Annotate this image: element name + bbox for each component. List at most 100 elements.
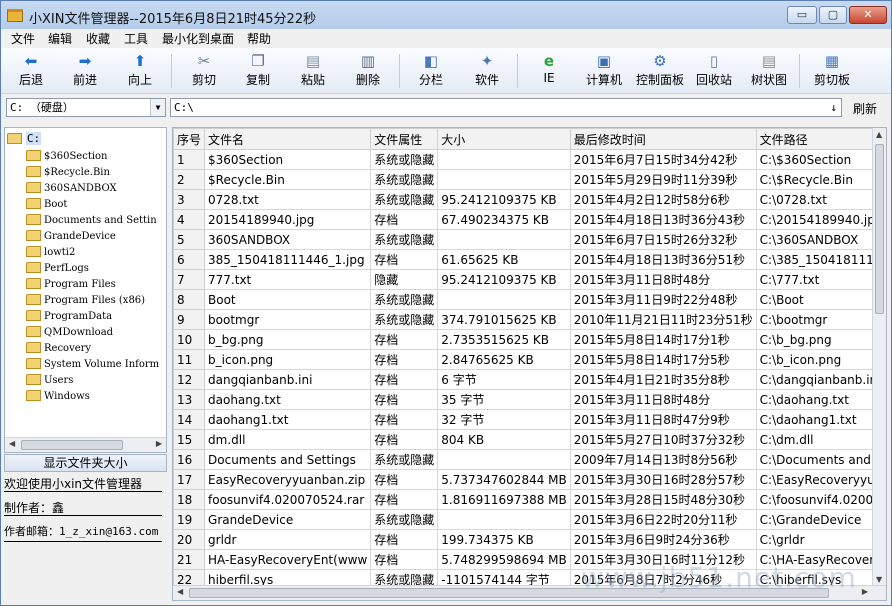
table-horizontal-scrollbar[interactable]: ◀ ▶ bbox=[173, 585, 886, 600]
menu-help[interactable]: 帮助 bbox=[247, 30, 271, 47]
table-row[interactable]: 12 dangqianbanb.ini 存档 6 字节 2015年4月1日21时35分8… bbox=[173, 369, 886, 390]
back-button[interactable]: ⬅ 后退 bbox=[6, 51, 56, 91]
tree-item[interactable]: Windows bbox=[26, 388, 90, 403]
tree-item-label: Program Files (x86) bbox=[44, 295, 146, 306]
table-vertical-scrollbar[interactable]: ▲ ▼ bbox=[872, 128, 886, 586]
split-view-button[interactable]: ◧ 分栏 bbox=[406, 51, 456, 91]
cell-modified: 2015年3月6日9时24分36秒 bbox=[569, 529, 757, 550]
refresh-button[interactable]: 刷新 bbox=[853, 100, 877, 117]
table-row[interactable]: 3 0728.txt 系统或隐藏 95.2412109375 KB 2015年4月2日1… bbox=[173, 189, 886, 210]
column-header-name[interactable]: 文件名 bbox=[204, 128, 372, 150]
forward-button[interactable]: ➡ 前进 bbox=[60, 51, 110, 91]
tree-item[interactable]: Boot bbox=[26, 196, 67, 211]
table-row[interactable]: 20 grldr 存档 199.734375 KB 2015年3月6日9时24分36秒 C… bbox=[173, 529, 886, 550]
column-header-attribute[interactable]: 文件属性 bbox=[370, 128, 439, 150]
table-row[interactable]: 19 GrandeDevice 系统或隐藏 2015年3月6日22时20分11秒 C:\… bbox=[173, 509, 886, 530]
scroll-right-icon[interactable]: ▶ bbox=[862, 587, 868, 596]
menu-edit[interactable]: 编辑 bbox=[48, 30, 72, 47]
cell-index: 5 bbox=[173, 229, 206, 250]
tree-item[interactable]: QMDownload bbox=[26, 324, 113, 339]
table-row[interactable]: 9 bootmgr 系统或隐藏 374.791015625 KB 2010年11月21日… bbox=[173, 309, 886, 330]
tree-horizontal-scrollbar[interactable]: ◀ ▶ bbox=[5, 437, 166, 452]
tree-item[interactable]: $Recycle.Bin bbox=[26, 164, 110, 179]
scroll-up-icon[interactable]: ▲ bbox=[876, 130, 882, 139]
cell-modified: 2015年4月1日21时35分8秒 bbox=[569, 369, 757, 390]
tree-item[interactable]: Documents and Settin bbox=[26, 212, 157, 227]
scrollbar-thumb[interactable] bbox=[189, 588, 829, 598]
table-row[interactable]: 2 $Recycle.Bin 系统或隐藏 2015年5月29日9时11分39秒 C:\$… bbox=[173, 169, 886, 190]
table-row[interactable]: 18 foosunvif4.020070524.rar 存档 1.8169116973… bbox=[173, 489, 886, 510]
tree-item[interactable]: PerfLogs bbox=[26, 260, 89, 275]
path-input-value: C:\ bbox=[174, 101, 194, 114]
close-button[interactable]: ✕ bbox=[849, 6, 887, 24]
table-row[interactable]: 14 daohang1.txt 存档 32 字节 2015年3月11日8时47分9秒 C:… bbox=[173, 409, 886, 430]
menu-file[interactable]: 文件 bbox=[11, 30, 35, 47]
scrollbar-thumb[interactable] bbox=[875, 144, 884, 314]
table-row[interactable]: 4 20154189940.jpg 存档 67.490234375 KB 2015年4月… bbox=[173, 209, 886, 230]
table-row[interactable]: 8 Boot 系统或隐藏 2015年3月11日9时22分48秒 C:\Boot bbox=[173, 289, 886, 310]
clipboard-button[interactable]: ▦ 剪切板 bbox=[807, 51, 857, 91]
control-panel-button[interactable]: ⚙ 控制面板 bbox=[634, 51, 686, 91]
path-input[interactable]: C:\ ↓ bbox=[170, 98, 842, 117]
tree-item[interactable]: ProgramData bbox=[26, 308, 112, 323]
title-bar[interactable]: 小XIN文件管理器--2015年6月8日21时45分22秒 ▭ ▢ ✕ bbox=[1, 1, 891, 31]
cell-modified: 2015年3月30日16时28分57秒 bbox=[569, 469, 757, 490]
tree-item[interactable]: $360Section bbox=[26, 148, 108, 163]
maximize-button[interactable]: ▢ bbox=[819, 6, 847, 24]
scroll-right-icon[interactable]: ▶ bbox=[156, 439, 162, 448]
table-row[interactable]: 17 EasyRecoveryyuanban.zip 存档 5.73734760284… bbox=[173, 469, 886, 490]
cell-path: C:\dm.dll bbox=[755, 429, 886, 450]
scroll-left-icon[interactable]: ◀ bbox=[177, 587, 183, 596]
table-row[interactable]: 16 Documents and Settings 系统或隐藏 2009年7月14日1… bbox=[173, 449, 886, 470]
minimize-button[interactable]: ▭ bbox=[787, 6, 817, 24]
up-button[interactable]: ⬆ 向上 bbox=[115, 51, 165, 91]
tree-item[interactable]: Users bbox=[26, 372, 73, 387]
column-header-size[interactable]: 大小 bbox=[437, 128, 571, 150]
tree-view-button[interactable]: ▤ 树状图 bbox=[744, 51, 794, 91]
cut-button[interactable]: ✂ 剪切 bbox=[179, 51, 229, 91]
software-icon: ✦ bbox=[480, 52, 494, 70]
path-dropdown-arrow-icon[interactable]: ↓ bbox=[830, 99, 837, 116]
menu-favorites[interactable]: 收藏 bbox=[86, 30, 110, 47]
recycle-bin-button[interactable]: ▯ 回收站 bbox=[689, 51, 739, 91]
copy-button[interactable]: ❐ 复制 bbox=[233, 51, 283, 91]
delete-button[interactable]: ▥ 删除 bbox=[343, 51, 393, 91]
computer-icon: ▣ bbox=[596, 52, 612, 70]
up-label: 向上 bbox=[127, 73, 152, 87]
column-header-index[interactable]: 序号 bbox=[173, 128, 206, 150]
table-row[interactable]: 21 HA-EasyRecoveryEnt(www 存档 5.748299598694… bbox=[173, 549, 886, 570]
scroll-down-icon[interactable]: ▼ bbox=[876, 575, 882, 584]
tree-root-item[interactable]: C: bbox=[7, 131, 42, 145]
tree-item[interactable]: Program Files bbox=[26, 276, 116, 291]
tree-item[interactable]: GrandeDevice bbox=[26, 228, 116, 243]
folder-tree[interactable]: C: $360Section $Recycle.Bin 360SANDBOX B… bbox=[4, 127, 167, 453]
column-header-modified[interactable]: 最后修改时间 bbox=[569, 128, 757, 150]
table-row[interactable]: 5 360SANDBOX 系统或隐藏 2015年6月7日15时26分32秒 C:\360… bbox=[173, 229, 886, 250]
paste-button[interactable]: ▤ 粘贴 bbox=[288, 51, 338, 91]
table-row[interactable]: 15 dm.dll 存档 804 KB 2015年5月27日10时37分32秒 C:\dm… bbox=[173, 429, 886, 450]
table-row[interactable]: 13 daohang.txt 存档 35 字节 2015年3月11日8时48分 C:\da… bbox=[173, 389, 886, 410]
tree-item[interactable]: lowti2 bbox=[26, 244, 75, 259]
menu-tools[interactable]: 工具 bbox=[124, 30, 148, 47]
scrollbar-thumb[interactable] bbox=[21, 440, 123, 450]
table-row[interactable]: 1 $360Section 系统或隐藏 2015年6月7日15时34分42秒 C:\$3… bbox=[173, 149, 886, 170]
tree-item[interactable]: 360SANDBOX bbox=[26, 180, 117, 195]
table-row[interactable]: 10 b_bg.png 存档 2.7353515625 KB 2015年5月8日14时1… bbox=[173, 329, 886, 350]
table-row[interactable]: 6 385_150418111446_1.jpg 存档 61.65625 KB 2015… bbox=[173, 249, 886, 270]
show-folder-size-button[interactable]: 显示文件夹大小 bbox=[4, 454, 167, 472]
scroll-left-icon[interactable]: ◀ bbox=[9, 439, 15, 448]
toolbar-separator bbox=[399, 54, 400, 88]
tree-item[interactable]: System Volume Inform bbox=[26, 356, 159, 371]
table-row[interactable]: 7 777.txt 隐藏 95.2412109375 KB 2015年3月11日8时48… bbox=[173, 269, 886, 290]
column-header-path[interactable]: 文件路径 bbox=[755, 128, 886, 150]
tree-item[interactable]: Program Files (x86) bbox=[26, 292, 145, 307]
software-button[interactable]: ✦ 软件 bbox=[462, 51, 512, 91]
cell-size bbox=[437, 289, 571, 310]
ie-button[interactable]: e IE bbox=[524, 51, 574, 91]
drive-select[interactable]: C: （硬盘） ▼ bbox=[6, 98, 166, 117]
table-row[interactable]: 11 b_icon.png 存档 2.84765625 KB 2015年5月8日14时1… bbox=[173, 349, 886, 370]
computer-button[interactable]: ▣ 计算机 bbox=[579, 51, 629, 91]
menu-minimize-to-desktop[interactable]: 最小化到桌面 bbox=[162, 30, 234, 47]
chevron-down-icon[interactable]: ▼ bbox=[150, 99, 165, 116]
tree-item[interactable]: Recovery bbox=[26, 340, 91, 355]
